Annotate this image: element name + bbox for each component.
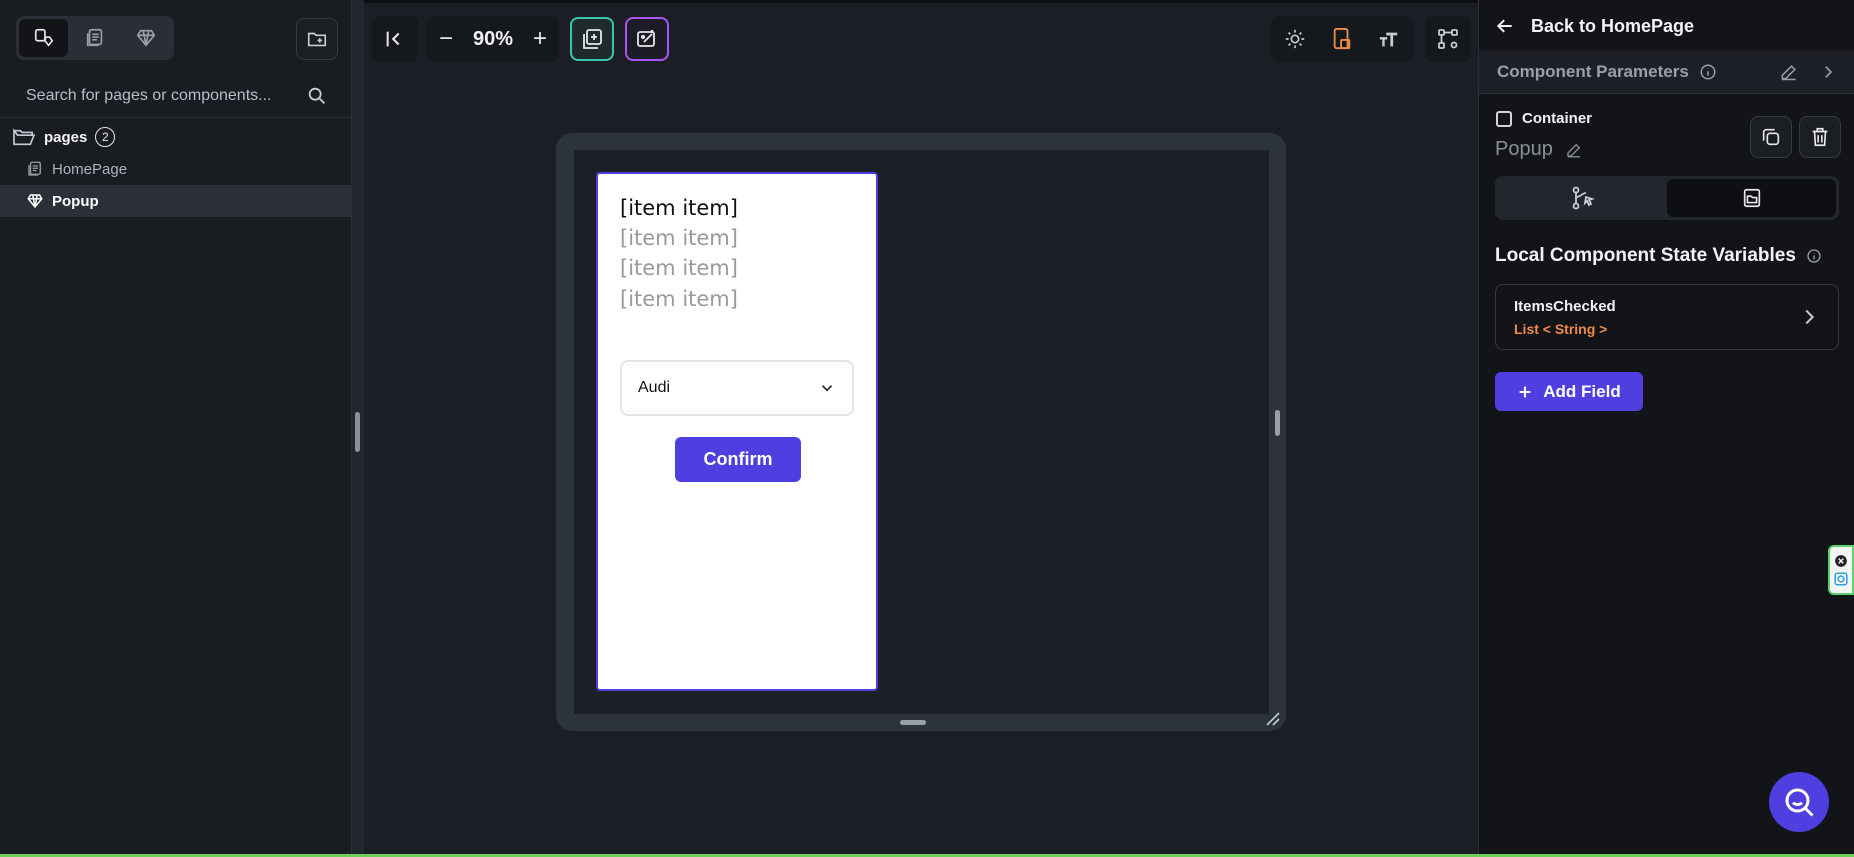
sidebar-resize-divider[interactable] <box>352 0 364 857</box>
tab-pages[interactable] <box>70 19 119 57</box>
tree-item-popup[interactable]: Popup <box>0 185 352 217</box>
folder-open-icon <box>13 128 36 146</box>
add-layer-icon <box>583 29 602 49</box>
tab-actions[interactable] <box>1498 179 1667 217</box>
extension-icon[interactable] <box>1834 572 1848 586</box>
section-title: Component Parameters <box>1497 61 1689 81</box>
chevron-right-icon[interactable] <box>1819 63 1837 81</box>
rename-pencil-icon[interactable] <box>1565 141 1583 159</box>
state-variables-title: Local Component State Variables <box>1495 245 1796 266</box>
component-parameters-header: Component Parameters <box>1479 50 1854 94</box>
magic-widget-icon <box>637 30 655 47</box>
delete-button[interactable] <box>1799 116 1841 158</box>
tree-item-homepage[interactable]: HomePage <box>0 153 352 185</box>
variable-name: ItemsChecked <box>1514 297 1616 315</box>
tab-components[interactable] <box>122 19 171 57</box>
confirm-button[interactable]: Confirm <box>675 437 801 482</box>
container-checkbox-icon[interactable] <box>1496 110 1512 127</box>
add-field-button[interactable]: Add Field <box>1495 372 1643 411</box>
device-frame-icon[interactable] <box>1331 27 1353 51</box>
resize-corner-icon[interactable] <box>1264 710 1280 726</box>
info-icon[interactable] <box>1699 63 1717 81</box>
plus-icon <box>1519 386 1531 397</box>
popup-component-preview[interactable]: [item item] [item item] [item item] [ite… <box>596 172 878 691</box>
component-name: Popup <box>1495 138 1553 160</box>
trash-icon <box>1812 127 1828 147</box>
search-input[interactable]: Search for pages or components... <box>26 87 306 105</box>
canvas-height-handle[interactable] <box>900 720 926 725</box>
add-field-label: Add Field <box>1543 381 1621 401</box>
chevron-right-icon <box>1805 309 1815 325</box>
component-name-row: Popup <box>1495 138 1583 161</box>
search-bar[interactable]: Search for pages or components... <box>0 74 352 118</box>
zoom-in-button[interactable]: + <box>529 25 551 53</box>
list-item[interactable]: [item item] <box>620 287 738 311</box>
canvas-width-handle[interactable] <box>1275 410 1280 436</box>
page-icon <box>28 161 41 176</box>
actions-flow-icon <box>1572 186 1595 210</box>
ai-generate-button[interactable] <box>625 17 669 61</box>
duplicate-icon <box>1762 128 1780 146</box>
folder-label: pages <box>44 128 88 146</box>
list-item[interactable]: [item item] <box>620 226 738 250</box>
floating-side-widget[interactable] <box>1828 545 1854 595</box>
diamond-icon <box>137 29 156 47</box>
canvas-view-controls <box>1271 16 1413 62</box>
properties-panel: Back to HomePage Component Parameters Co… <box>1478 0 1854 857</box>
zoom-control: − 90% + <box>427 16 559 62</box>
duplicate-button[interactable] <box>1750 116 1792 158</box>
state-folder-icon <box>1743 188 1760 208</box>
tree-settings-icon <box>1438 29 1458 49</box>
left-sidebar: Search for pages or components... pages … <box>0 0 352 857</box>
tab-pages-components[interactable] <box>19 19 69 57</box>
car-dropdown[interactable]: Audi <box>620 360 854 416</box>
zoom-out-button[interactable]: − <box>435 25 457 53</box>
tree-folder-pages[interactable]: pages 2 <box>0 121 352 153</box>
collapse-left-icon <box>386 31 400 47</box>
info-icon[interactable] <box>1806 248 1822 264</box>
widget-type-label: Container <box>1522 110 1593 127</box>
zoom-level[interactable]: 90% <box>473 28 513 51</box>
add-widget-button[interactable] <box>570 17 614 61</box>
layers-icon <box>34 28 53 47</box>
widget-tree-button[interactable] <box>1425 16 1471 62</box>
panel-tabs <box>1495 176 1839 220</box>
edit-icon[interactable] <box>1779 62 1799 82</box>
folder-add-icon <box>307 32 327 47</box>
resize-grip[interactable] <box>355 412 360 452</box>
help-search-button[interactable] <box>1769 772 1829 832</box>
search-icon[interactable] <box>306 85 328 107</box>
page-stack-icon <box>86 28 103 47</box>
back-label: Back to HomePage <box>1531 15 1695 36</box>
collapse-sidebar-button[interactable] <box>372 16 418 62</box>
light-mode-icon[interactable] <box>1284 28 1306 50</box>
state-variable-card[interactable]: ItemsChecked List < String > <box>1495 284 1839 350</box>
dropdown-value: Audi <box>638 379 671 396</box>
variable-type: List < String > <box>1514 320 1608 337</box>
sidebar-mode-switch <box>16 16 174 60</box>
list-item[interactable]: [item item] <box>620 256 738 280</box>
list-item[interactable]: [item item] <box>620 196 738 220</box>
component-icon <box>27 194 43 209</box>
back-to-homepage-link[interactable]: Back to HomePage <box>1495 10 1694 42</box>
state-variables-heading: Local Component State Variables <box>1495 245 1822 267</box>
add-folder-button[interactable] <box>296 18 338 60</box>
tab-state[interactable] <box>1667 179 1836 217</box>
tree-item-label: Popup <box>52 192 99 210</box>
folder-count-badge: 2 <box>95 127 116 147</box>
tree-item-label: HomePage <box>52 160 128 178</box>
search-chat-icon <box>1785 788 1814 817</box>
chevron-down-icon <box>821 385 833 392</box>
text-size-icon[interactable] <box>1378 28 1400 50</box>
widget-type-row: Container <box>1496 110 1592 127</box>
arrow-left-icon <box>1496 19 1512 33</box>
close-icon[interactable] <box>1834 554 1848 568</box>
